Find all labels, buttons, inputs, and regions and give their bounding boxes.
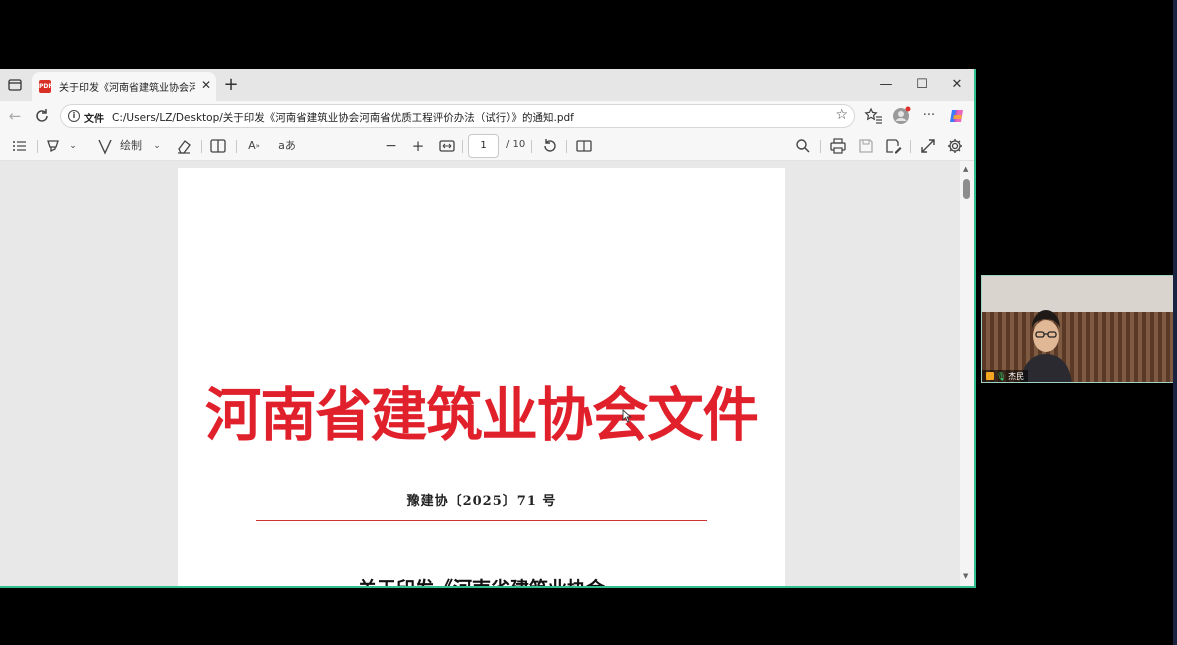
- two-page-view-icon[interactable]: [574, 136, 594, 156]
- table-of-contents-icon[interactable]: [11, 136, 29, 156]
- video-call-thumbnail[interactable]: 🎙 杰民: [981, 275, 1174, 383]
- screen: PDF 关于印发《河南省建筑业协会河南省优质工程评价办法（试行）》的通知.pdf…: [0, 0, 1177, 645]
- toolbar-divider: [201, 140, 202, 153]
- draw-pen-icon[interactable]: [96, 136, 114, 156]
- refresh-icon[interactable]: [32, 106, 52, 126]
- fit-to-width-icon[interactable]: [437, 136, 457, 156]
- document-header-title: 河南省建筑业协会文件: [205, 381, 759, 449]
- red-divider-line: [256, 520, 707, 521]
- profile-avatar-icon[interactable]: [891, 106, 911, 126]
- toolbar-divider: [566, 140, 567, 153]
- save-as-icon[interactable]: [883, 136, 903, 156]
- fullscreen-expand-icon[interactable]: [918, 136, 938, 156]
- scroll-up-arrow-icon[interactable]: ▲: [963, 165, 968, 173]
- tab-pdf-document[interactable]: PDF 关于印发《河南省建筑业协会河南省优质工程评价办法（试行）》的通知.pdf…: [32, 72, 216, 101]
- page-view-icon[interactable]: [209, 136, 227, 156]
- participant-name-tag: 🎙 杰民: [982, 370, 1029, 382]
- highlight-icon[interactable]: [44, 136, 62, 156]
- workspaces-icon[interactable]: [7, 77, 23, 93]
- desktop-edge: [1173, 0, 1177, 645]
- toolbar-divider: [37, 140, 38, 153]
- close-window-button[interactable]: ✕: [947, 75, 967, 95]
- toolbar-divider: [910, 140, 911, 153]
- page-total-label: / 10: [506, 139, 526, 150]
- print-icon[interactable]: [828, 136, 848, 156]
- document-title: 关于印发《河南省建筑业协会: [178, 574, 785, 586]
- scrollbar-thumb[interactable]: [963, 179, 970, 199]
- tab-title: 关于印发《河南省建筑业协会河南省优质工程评价办法（试行）》的通知.pdf: [59, 83, 195, 94]
- pdf-page: 河南省建筑业协会文件 豫建协〔2025〕71 号 关于印发《河南省建筑业协会: [178, 168, 785, 586]
- mouse-pointer-icon: [622, 409, 632, 423]
- url-text[interactable]: C:/Users/LZ/Desktop/关于印发《河南省建筑业协会河南省优质工程…: [112, 110, 574, 125]
- maximize-button[interactable]: ☐: [912, 75, 932, 95]
- document-number: 豫建协〔2025〕71 号: [406, 494, 557, 509]
- minimize-button[interactable]: —: [876, 75, 896, 95]
- rotate-icon[interactable]: [540, 136, 560, 156]
- scroll-down-arrow-icon[interactable]: ▼: [963, 572, 968, 580]
- browser-window: PDF 关于印发《河南省建筑业协会河南省优质工程评价办法（试行）》的通知.pdf…: [0, 69, 976, 588]
- read-aloud-icon[interactable]: A»: [244, 136, 264, 156]
- draw-dropdown-chevron-icon[interactable]: ⌄: [150, 136, 164, 156]
- favorites-list-icon[interactable]: [864, 106, 884, 126]
- toolbar-divider: [820, 140, 821, 153]
- pdf-toolbar: ⌄ 绘制 ⌄ A» aあ − + 1 / 10: [0, 131, 974, 161]
- new-tab-button[interactable]: +: [222, 75, 240, 95]
- participant-name: 杰民: [1008, 372, 1025, 381]
- toolbar-divider: [531, 140, 532, 153]
- translate-icon[interactable]: aあ: [276, 136, 298, 156]
- url-input[interactable]: i 文件 C:/Users/LZ/Desktop/关于印发《河南省建筑业协会河南…: [60, 104, 855, 128]
- participant-avatar-icon: [986, 372, 994, 380]
- highlight-dropdown-chevron-icon[interactable]: ⌄: [66, 136, 80, 156]
- pdf-viewer-canvas[interactable]: 河南省建筑业协会文件 豫建协〔2025〕71 号 关于印发《河南省建筑业协会 ⛶: [0, 161, 960, 586]
- toolbar-divider: [236, 140, 237, 153]
- copilot-icon[interactable]: [947, 106, 967, 126]
- tab-bar: PDF 关于印发《河南省建筑业协会河南省优质工程评价办法（试行）》的通知.pdf…: [0, 69, 974, 101]
- site-info-icon[interactable]: i: [68, 110, 80, 122]
- zoom-in-button[interactable]: +: [409, 136, 427, 156]
- zoom-out-button[interactable]: −: [382, 136, 400, 156]
- draw-label[interactable]: 绘制: [118, 136, 144, 156]
- address-bar-row: ← i 文件 C:/Users/LZ/Desktop/关于印发《河南省建筑业协会…: [0, 101, 974, 131]
- page-number-input[interactable]: 1: [468, 134, 499, 158]
- back-arrow-icon[interactable]: ←: [5, 106, 25, 126]
- vertical-scrollbar[interactable]: ▲ ▼: [960, 161, 974, 586]
- eraser-icon[interactable]: [175, 136, 193, 156]
- tab-close-icon[interactable]: ✕: [199, 77, 213, 93]
- search-icon[interactable]: [793, 136, 813, 156]
- toolbar-divider: [462, 140, 463, 153]
- favorite-star-icon[interactable]: ☆: [835, 107, 848, 123]
- url-scheme-label: 文件: [84, 114, 104, 125]
- pdf-file-icon: PDF: [39, 80, 52, 93]
- save-icon[interactable]: [856, 136, 876, 156]
- settings-gear-icon[interactable]: [945, 136, 965, 156]
- microphone-icon: 🎙: [996, 372, 1007, 381]
- more-options-icon[interactable]: ···: [919, 106, 939, 126]
